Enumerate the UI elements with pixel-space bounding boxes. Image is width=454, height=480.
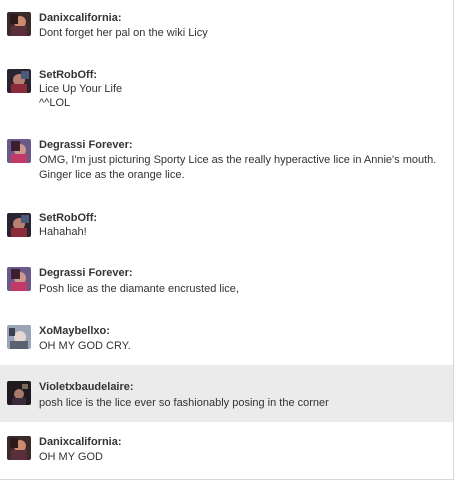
message-text: Dont forget her pal on the wiki Licy	[39, 27, 208, 39]
user-avatar-icon[interactable]	[7, 69, 31, 93]
message-text: OMG, I'm just picturing Sporty Lice as t…	[39, 154, 437, 166]
user-avatar-icon[interactable]	[7, 12, 31, 36]
message-username[interactable]: Danixcalifornia:	[39, 12, 122, 24]
chat-message: XoMaybellxo: OH MY GOD CRY.	[0, 315, 453, 365]
chat-message: Danixcalifornia: Dont forget her pal on …	[0, 0, 453, 48]
chat-message: Violetxbaudelaire: posh lice is the lice…	[0, 365, 453, 422]
chat-log: Danixcalifornia: Dont forget her pal on …	[0, 0, 454, 480]
message-username[interactable]: XoMaybellxo:	[39, 325, 110, 337]
message-text: ^^LOL	[39, 97, 71, 109]
message-text: Posh lice as the diamante encrusted lice…	[39, 283, 239, 295]
message-text: OH MY GOD	[39, 451, 103, 463]
message-username[interactable]: Danixcalifornia:	[39, 436, 122, 448]
user-avatar-icon[interactable]	[7, 325, 31, 349]
chat-message: Danixcalifornia: OH MY GOD	[0, 422, 453, 479]
message-text: posh lice is the lice ever so fashionabl…	[39, 397, 329, 409]
chat-message: SetRobOff: Lice Up Your Life ^^LOL	[0, 48, 453, 123]
user-avatar-icon[interactable]	[7, 267, 31, 291]
message-username[interactable]: SetRobOff:	[39, 212, 97, 224]
message-username[interactable]: SetRobOff:	[39, 69, 97, 81]
message-text: Lice Up Your Life	[39, 83, 123, 95]
chat-message: Degrassi Forever: OMG, I'm just picturin…	[0, 123, 453, 197]
message-text: OH MY GOD CRY.	[39, 340, 131, 352]
message-username[interactable]: Violetxbaudelaire:	[39, 381, 134, 393]
chat-message: Degrassi Forever: Posh lice as the diama…	[0, 255, 453, 315]
user-avatar-icon[interactable]	[7, 139, 31, 163]
message-username[interactable]: Degrassi Forever:	[39, 267, 133, 279]
user-avatar-icon[interactable]	[7, 213, 31, 237]
chat-message: SetRobOff: Hahahah!	[0, 197, 453, 255]
user-avatar-icon[interactable]	[7, 381, 31, 405]
message-text: Ginger lice as the orange lice.	[39, 169, 185, 181]
message-username[interactable]: Degrassi Forever:	[39, 139, 133, 151]
message-text: Hahahah!	[39, 226, 87, 238]
user-avatar-icon[interactable]	[7, 436, 31, 460]
